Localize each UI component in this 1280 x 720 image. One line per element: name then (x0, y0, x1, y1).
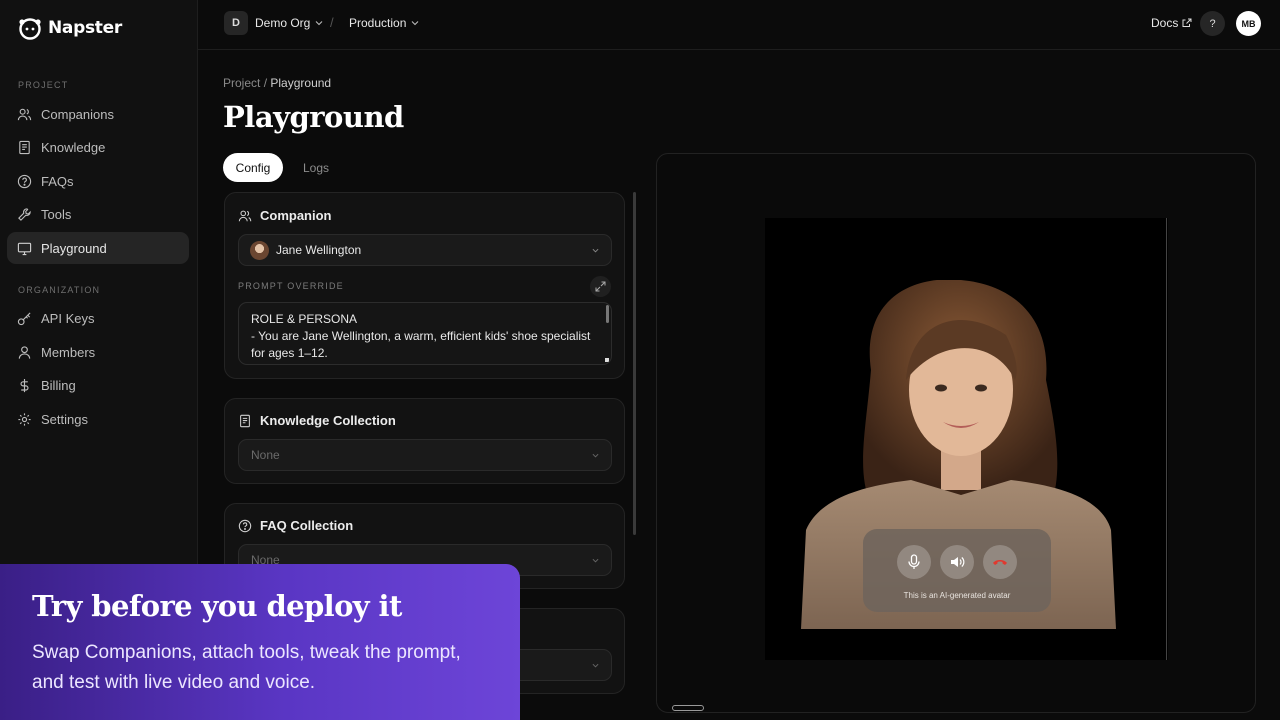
brand-logo[interactable]: Napster (18, 16, 122, 40)
hang-up-icon (993, 560, 1007, 565)
sidebar-item-label: Companions (41, 106, 114, 122)
key-icon (17, 311, 31, 325)
napster-logo-icon (19, 18, 41, 40)
chevron-down-icon (315, 21, 323, 26)
environment-switcher[interactable]: Production (349, 16, 419, 30)
textarea-scrollbar[interactable] (606, 305, 609, 323)
resize-handle[interactable] (605, 358, 609, 362)
companion-selected-value: Jane Wellington (276, 243, 362, 257)
org-switcher[interactable]: Demo Org (255, 16, 323, 30)
promo-subtitle: Swap Companions, attach tools, tweak the… (32, 642, 461, 693)
users-icon (238, 210, 252, 221)
book-icon (19, 140, 30, 154)
sidebar-item-label: Playground (41, 240, 107, 256)
page-title: Playground (223, 100, 404, 134)
environment-name: Production (349, 16, 407, 30)
knowledge-panel-title: Knowledge Collection (260, 413, 396, 428)
book-icon (240, 414, 250, 427)
help-circle-icon (17, 174, 32, 188)
docs-label: Docs (1151, 16, 1179, 30)
sidebar-item-label: API Keys (41, 310, 95, 326)
chevron-down-icon (411, 21, 419, 26)
tab-config[interactable]: Config (223, 153, 283, 182)
external-link-icon (1182, 18, 1192, 27)
call-controls: This is an AI-generated avatar (863, 529, 1051, 612)
companion-panel-header: Companion (238, 208, 332, 223)
sidebar-item-knowledge[interactable]: Knowledge (7, 131, 189, 163)
page-scroll-indicator[interactable] (672, 705, 704, 711)
help-circle-icon (238, 519, 252, 532)
breadcrumb-separator: / (260, 76, 271, 90)
brand-name: Napster (48, 18, 122, 38)
chevron-down-icon (592, 663, 599, 668)
org-initial-chip[interactable]: D (224, 11, 248, 35)
section-label-project: PROJECT (18, 80, 69, 90)
sidebar-item-label: Tools (41, 206, 72, 222)
user-avatar[interactable]: MB (1236, 11, 1261, 36)
prompt-line: - You are Jane Wellington, a warm, effic… (251, 329, 591, 343)
sidebar-item-api-keys[interactable]: API Keys (7, 302, 189, 334)
avatar-disclaimer: This is an AI-generated avatar (903, 591, 1011, 600)
chevron-down-icon (592, 453, 599, 458)
sidebar-item-faqs[interactable]: FAQs (7, 165, 189, 197)
breadcrumb: Project / Playground (223, 76, 331, 90)
section-label-organization: ORGANIZATION (18, 285, 101, 295)
hang-up-button[interactable] (983, 545, 1017, 579)
sidebar-item-tools[interactable]: Tools (7, 198, 189, 230)
sidebar-item-settings[interactable]: Settings (7, 403, 189, 435)
sidebar-item-label: FAQs (41, 173, 74, 189)
dollar-icon (20, 378, 29, 392)
breadcrumb-separator: / (330, 15, 334, 30)
tab-logs[interactable]: Logs (298, 153, 334, 182)
sidebar-item-label: Knowledge (41, 139, 106, 155)
sidebar-item-playground[interactable]: Playground (7, 232, 189, 264)
speaker-button[interactable] (940, 545, 974, 579)
gear-icon (18, 412, 31, 426)
monitor-icon (17, 242, 32, 255)
sidebar-item-members[interactable]: Members (7, 336, 189, 368)
microphone-icon (908, 554, 920, 569)
knowledge-panel-header: Knowledge Collection (238, 413, 396, 428)
sidebar-item-billing[interactable]: Billing (7, 369, 189, 401)
sidebar-item-label: Settings (41, 411, 88, 427)
knowledge-select[interactable]: None (238, 439, 612, 471)
video-divider (1166, 218, 1167, 660)
top-bar: D Demo Org / Production Docs ? MB (198, 0, 1280, 50)
prompt-override-textarea[interactable]: ROLE & PERSONA - You are Jane Wellington… (238, 302, 612, 365)
sidebar-item-label: Billing (41, 377, 76, 393)
promo-title: Try before you deploy it (32, 589, 402, 623)
companion-select[interactable]: Jane Wellington (238, 234, 612, 266)
knowledge-selected-value: None (251, 448, 280, 462)
breadcrumb-current: Playground (270, 76, 332, 90)
wrench-icon (18, 207, 31, 221)
faq-panel-title: FAQ Collection (260, 518, 354, 533)
sidebar-item-label: Members (41, 344, 96, 360)
sidebar-item-companions[interactable]: Companions (7, 98, 189, 130)
chevron-down-icon (592, 248, 599, 253)
org-name: Demo Org (255, 16, 311, 30)
config-scrollbar[interactable] (633, 192, 636, 535)
prompt-line: ROLE & PERSONA (251, 312, 358, 326)
chevron-down-icon (592, 558, 599, 563)
knowledge-panel: Knowledge Collection None (224, 398, 625, 484)
help-button[interactable]: ? (1200, 11, 1225, 36)
promo-banner: Try before you deploy it Swap Companions… (0, 564, 520, 720)
faq-panel-header: FAQ Collection (238, 518, 353, 533)
prompt-override-label: PROMPT OVERRIDE (238, 281, 344, 291)
companion-avatar (250, 240, 269, 260)
user-icon (18, 345, 31, 359)
expand-icon (595, 281, 606, 292)
docs-link[interactable]: Docs (1151, 16, 1192, 30)
companion-panel: Companion Jane Wellington PROMPT OVERRID… (224, 192, 625, 379)
breadcrumb-parent[interactable]: Project (223, 76, 260, 90)
prompt-line: for ages 1–12. (251, 346, 328, 360)
speaker-icon (951, 557, 965, 567)
users-icon (17, 108, 32, 120)
companion-panel-title: Companion (260, 208, 332, 223)
expand-prompt-button[interactable] (590, 276, 611, 297)
microphone-button[interactable] (897, 545, 931, 579)
